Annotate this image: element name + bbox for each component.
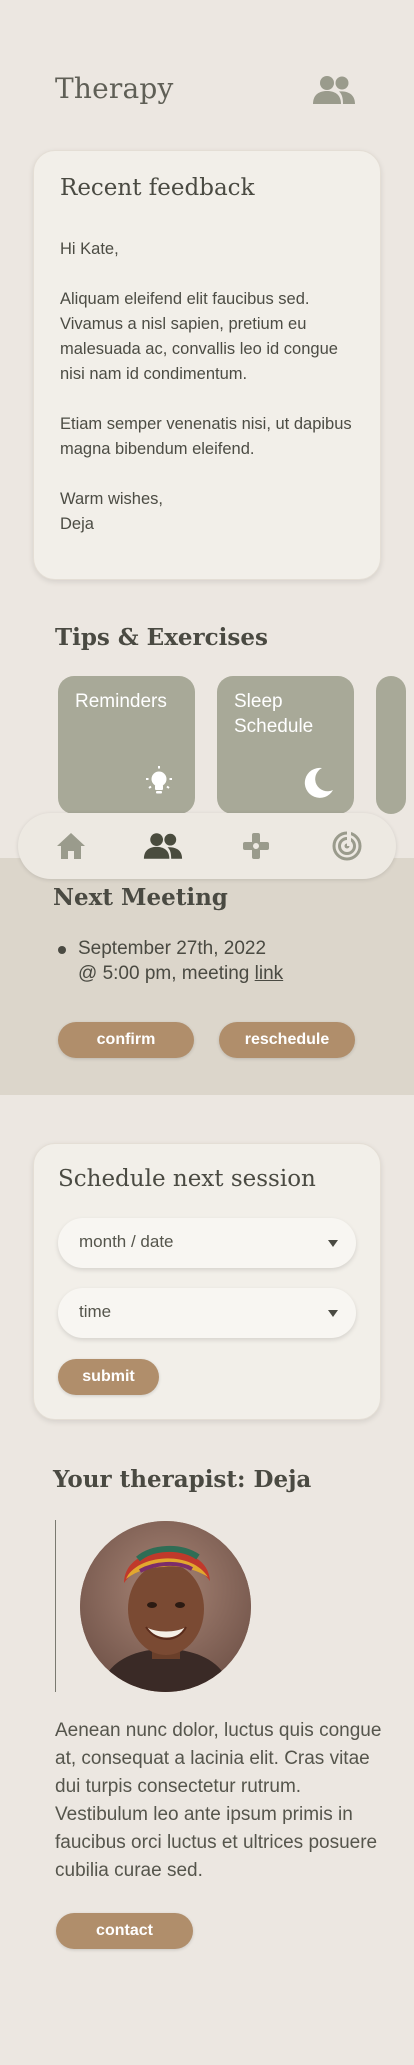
tip-card-partial[interactable]: [376, 676, 406, 814]
therapist-avatar: [80, 1521, 251, 1692]
meeting-date: September 27th, 2022: [78, 938, 267, 959]
people-icon: [143, 833, 183, 859]
lightbulb-icon: [146, 766, 172, 794]
bullet: [58, 946, 66, 954]
nav-item-focus[interactable]: [325, 825, 369, 867]
page-title: Therapy: [55, 72, 174, 105]
date-select-value: month / date: [79, 1232, 174, 1251]
meeting-time-text: @ 5:00 pm, meeting: [78, 963, 255, 984]
tips-carousel[interactable]: Reminders Sleep Schedule: [58, 676, 414, 816]
time-select-value: time: [79, 1302, 112, 1321]
chevron-down-icon: [328, 1310, 338, 1317]
tip-card-reminders[interactable]: Reminders: [58, 676, 195, 814]
date-select[interactable]: month / date: [58, 1218, 356, 1268]
moon-icon: [304, 767, 333, 798]
therapist-bio: Aenean nunc dolor, luctus quis congue at…: [55, 1720, 382, 1881]
feedback-signature: Deja: [60, 515, 94, 533]
meeting-time: @ 5:00 pm, meeting link: [78, 961, 378, 986]
submit-button[interactable]: submit: [58, 1359, 159, 1395]
people-icon[interactable]: [312, 74, 356, 106]
feedback-greeting: Hi Kate,: [60, 240, 119, 258]
divider: [55, 1520, 56, 1692]
feedback-paragraph: Etiam semper venenatis nisi, ut dapibus …: [60, 415, 352, 458]
tip-card-sleep-schedule[interactable]: Sleep Schedule: [217, 676, 354, 814]
contact-button[interactable]: contact: [56, 1913, 193, 1949]
therapist-title: Your therapist: Deja: [53, 1466, 312, 1493]
target-icon: [332, 831, 362, 861]
nav-item-home[interactable]: [49, 825, 93, 867]
tip-label: Sleep Schedule: [234, 691, 314, 737]
gamepad-icon: [243, 833, 269, 859]
meeting-link[interactable]: link: [255, 963, 284, 984]
reschedule-button[interactable]: reschedule: [219, 1022, 355, 1058]
next-meeting-section: Next Meeting September 27th, 2022 @ 5:00…: [0, 858, 414, 1095]
feedback-paragraph: Aliquam eleifend elit faucibus sed. Viva…: [60, 290, 338, 383]
feedback-title: Recent feedback: [60, 175, 255, 201]
app-header: Therapy: [0, 0, 414, 140]
chevron-down-icon: [328, 1240, 338, 1247]
nav-item-therapy[interactable]: [141, 825, 185, 867]
therapist-photo: [80, 1521, 251, 1692]
next-meeting-title: Next Meeting: [53, 884, 228, 911]
confirm-button[interactable]: confirm: [58, 1022, 194, 1058]
schedule-title: Schedule next session: [58, 1166, 316, 1192]
tip-label: Reminders: [75, 691, 167, 712]
home-icon: [57, 833, 85, 859]
recent-feedback-card: Recent feedback Hi Kate, Aliquam eleifen…: [33, 150, 381, 580]
time-select[interactable]: time: [58, 1288, 356, 1338]
feedback-message: Hi Kate, Aliquam eleifend elit faucibus …: [60, 237, 360, 537]
bottom-nav-bar: [18, 813, 396, 879]
tips-title: Tips & Exercises: [55, 624, 268, 651]
nav-item-games[interactable]: [234, 825, 278, 867]
feedback-closing: Warm wishes,: [60, 490, 163, 508]
meeting-details: September 27th, 2022 @ 5:00 pm, meeting …: [58, 936, 378, 986]
schedule-session-card: Schedule next session month / date time …: [33, 1143, 381, 1420]
